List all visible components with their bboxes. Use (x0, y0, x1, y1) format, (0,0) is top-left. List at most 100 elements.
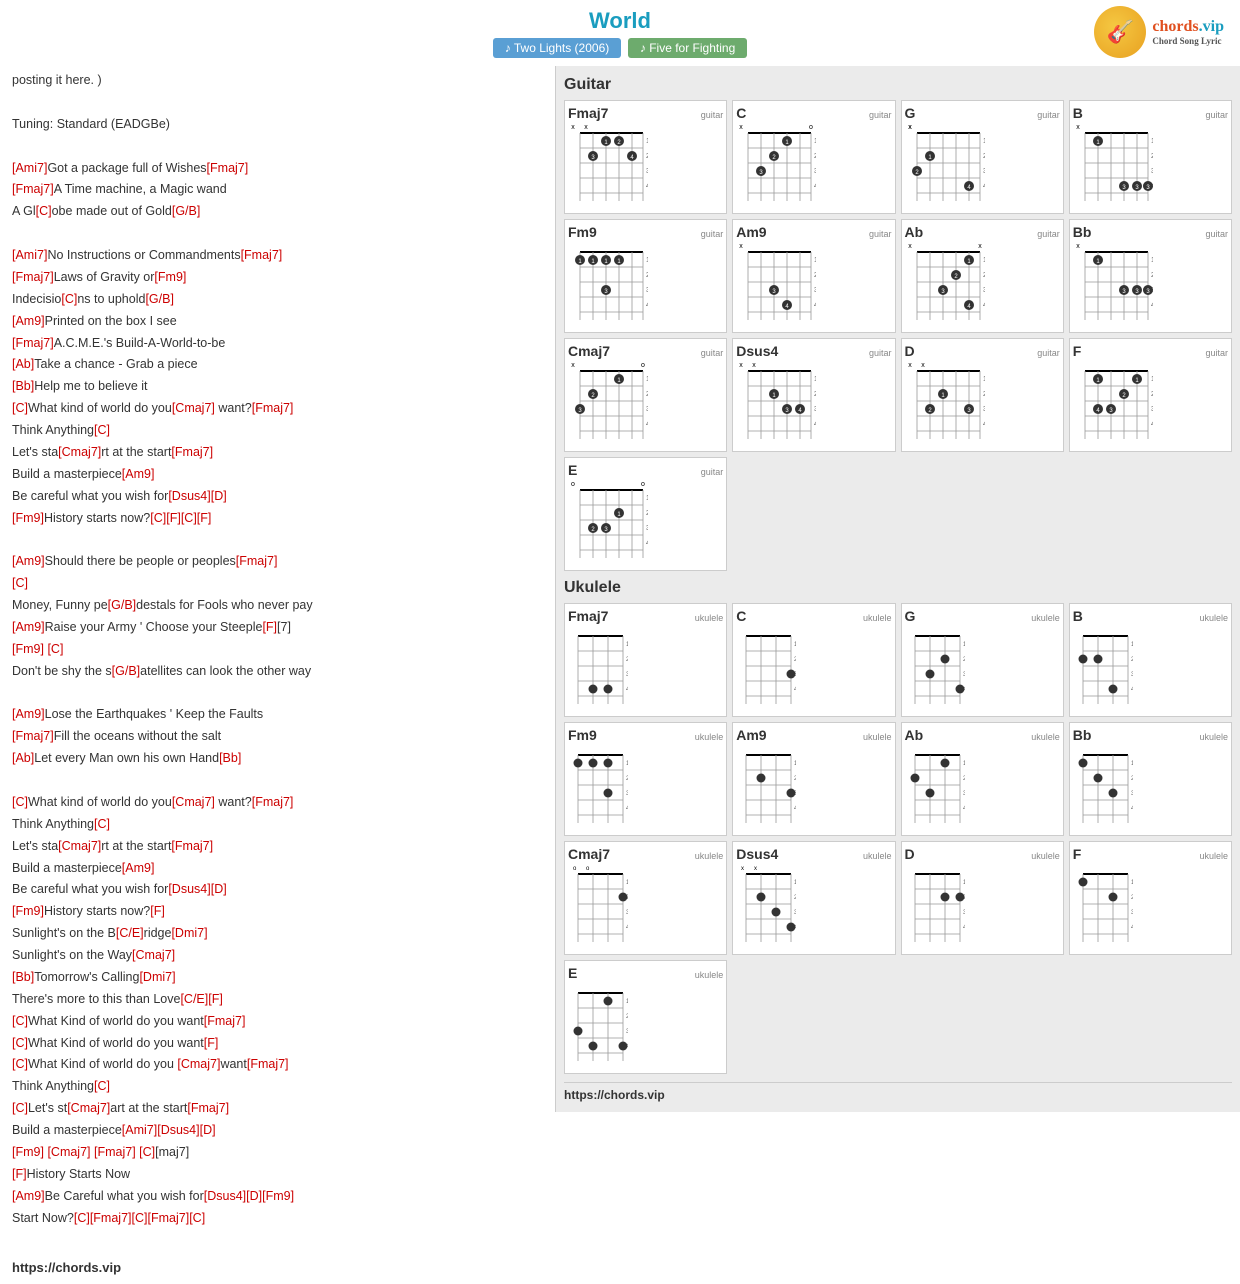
chord-fmaj7-4[interactable]: [Fmaj7] (12, 270, 54, 284)
chord-bb-2[interactable]: [Bb] (219, 751, 241, 765)
chord-f-2[interactable]: [F] (197, 511, 212, 525)
chord-am9-7[interactable]: [Am9] (12, 1189, 45, 1203)
chord-c-15[interactable]: [C] (12, 1101, 28, 1115)
chord-fmaj7-12[interactable]: [Fmaj7] (204, 1014, 246, 1028)
chord-d-3[interactable]: [D] (200, 1123, 216, 1137)
chord-am9-2[interactable]: [Am9] (122, 467, 155, 481)
chord-dsus4-3[interactable]: [Dsus4] (157, 1123, 199, 1137)
chord-fmaj7-2[interactable]: [Fmaj7] (12, 182, 54, 196)
chord-fmaj7-8[interactable]: [Fmaj7] (236, 554, 278, 568)
chord-c-7[interactable]: [C] (12, 576, 28, 590)
chord-fmaj7-7[interactable]: [Fmaj7] (171, 445, 213, 459)
chord-c-9[interactable]: [C] (12, 795, 28, 809)
chord-fmaj7-1[interactable]: [Fmaj7] (207, 161, 249, 175)
chord-f-5[interactable]: [F] (208, 992, 223, 1006)
chord-f-3[interactable]: [F] (262, 620, 277, 634)
tab-album[interactable]: ♪ Two Lights (2006) (493, 38, 622, 58)
chord-f-4[interactable]: [F] (150, 904, 165, 918)
chord-fm9-2[interactable]: [Fm9] (12, 511, 44, 525)
chord-fmaj7-13[interactable]: [Fmaj7] (247, 1057, 289, 1071)
chord-ab-2[interactable]: [Ab] (12, 751, 34, 765)
chord-cmaj7-1[interactable]: [Cmaj7] (172, 401, 215, 415)
chord-c-2[interactable]: [C] (61, 292, 77, 306)
chord-fm9-1[interactable]: [Fm9] (154, 270, 186, 284)
chord-fmaj7-5[interactable]: [Fmaj7] (12, 336, 54, 350)
chord-d-1[interactable]: [D] (211, 489, 227, 503)
chord-gb-1[interactable]: [G/B] (172, 204, 200, 218)
chord-f-6[interactable]: [F] (204, 1036, 219, 1050)
chord-am9-3[interactable]: [Am9] (12, 554, 45, 568)
chord-c-10[interactable]: [C] (94, 817, 110, 831)
chord-type-label: guitar (701, 110, 724, 120)
chord-cmaj7-8[interactable]: [Cmaj7] (47, 1145, 90, 1159)
chord-am9-6[interactable]: [Am9] (122, 861, 155, 875)
chord-c-13[interactable]: [C] (12, 1057, 28, 1071)
chord-ami7-1[interactable]: [Ami7] (12, 161, 47, 175)
chord-c-12[interactable]: [C] (12, 1036, 28, 1050)
chord-am9-5[interactable]: [Am9] (12, 707, 45, 721)
chord-c-8[interactable]: [C] (47, 642, 63, 656)
svg-text:1fr: 1fr (646, 138, 648, 145)
svg-text:3fr: 3fr (646, 168, 648, 175)
chord-bb-3[interactable]: [Bb] (12, 970, 34, 984)
chord-c-14[interactable]: [C] (94, 1079, 110, 1093)
svg-text:3fr: 3fr (1151, 406, 1153, 413)
chord-c-11[interactable]: [C] (12, 1014, 28, 1028)
chord-gb-2[interactable]: [G/B] (145, 292, 173, 306)
chord-ab-1[interactable]: [Ab] (12, 357, 34, 371)
chord-am9-1[interactable]: [Am9] (12, 314, 45, 328)
chord-c-17[interactable]: [C] (74, 1211, 90, 1225)
chord-c-18[interactable]: [C] (132, 1211, 148, 1225)
chord-fm9-6[interactable]: [Fm9] (262, 1189, 294, 1203)
chord-c-4[interactable]: [C] (94, 423, 110, 437)
chord-fmaj7-11[interactable]: [Fmaj7] (171, 839, 213, 853)
chord-c-3[interactable]: [C] (12, 401, 28, 415)
chord-fm9-5[interactable]: [Fm9] (12, 1145, 44, 1159)
chord-c-6[interactable]: [C] (181, 511, 197, 525)
chord-cmaj7-4[interactable]: [Cmaj7] (58, 839, 101, 853)
chord-fmaj7-3[interactable]: [Fmaj7] (241, 248, 283, 262)
ukulele-row-4: E ukulele 1fr 2fr (564, 960, 1232, 1074)
chord-gb-3[interactable]: [G/B] (108, 598, 136, 612)
chord-c-1[interactable]: [C] (36, 204, 52, 218)
chord-d-2[interactable]: [D] (211, 882, 227, 896)
chord-dmi7-2[interactable]: [Dmi7] (139, 970, 175, 984)
chord-fmaj7-9[interactable]: [Fmaj7] (12, 729, 54, 743)
chord-c-5[interactable]: [C] (150, 511, 166, 525)
chord-fm9-3[interactable]: [Fm9] (12, 642, 44, 656)
svg-text:1fr: 1fr (1131, 761, 1133, 767)
chord-am9-4[interactable]: [Am9] (12, 620, 45, 634)
chord-fmaj7-10[interactable]: [Fmaj7] (252, 795, 294, 809)
chord-bb-1[interactable]: [Bb] (12, 379, 34, 393)
chord-d-4[interactable]: [D] (246, 1189, 262, 1203)
lyrics-panel: posting it here. ) Tuning: Standard (EAD… (0, 66, 555, 1284)
chord-fmaj7-6[interactable]: [Fmaj7] (252, 401, 294, 415)
chord-fmaj7-15[interactable]: [Fmaj7] (94, 1145, 136, 1159)
chord-cmaj7-6[interactable]: [Cmaj7] (177, 1057, 220, 1071)
chord-fmaj7-17[interactable]: [Fmaj7] (148, 1211, 190, 1225)
chord-ami7-2[interactable]: [Ami7] (12, 248, 47, 262)
svg-text:3fr: 3fr (1131, 791, 1133, 797)
chord-c-16[interactable]: [C] (139, 1145, 155, 1159)
chord-ami7-3[interactable]: [Ami7] (122, 1123, 157, 1137)
chord-ce-2[interactable]: [C/E] (180, 992, 208, 1006)
chord-cmaj7-2[interactable]: [Cmaj7] (58, 445, 101, 459)
chord-f-7[interactable]: [F] (12, 1167, 27, 1181)
chord-dsus4-2[interactable]: [Dsus4] (168, 882, 210, 896)
chord-gb-4[interactable]: [G/B] (112, 664, 140, 678)
chord-ce-1[interactable]: [C/E] (116, 926, 144, 940)
chord-c-19[interactable]: [C] (189, 1211, 205, 1225)
svg-text:4fr: 4fr (963, 806, 965, 812)
chord-fmaj7-16[interactable]: [Fmaj7] (90, 1211, 132, 1225)
svg-text:3fr: 3fr (626, 672, 628, 678)
chord-fmaj7-14[interactable]: [Fmaj7] (187, 1101, 229, 1115)
tab-artist[interactable]: ♪ Five for Fighting (628, 38, 747, 58)
chord-f-1[interactable]: [F] (166, 511, 181, 525)
chord-dsus4-4[interactable]: [Dsus4] (204, 1189, 246, 1203)
chord-fm9-4[interactable]: [Fm9] (12, 904, 44, 918)
chord-dmi7-1[interactable]: [Dmi7] (171, 926, 207, 940)
chord-dsus4-1[interactable]: [Dsus4] (168, 489, 210, 503)
chord-cmaj7-7[interactable]: [Cmaj7] (67, 1101, 110, 1115)
chord-cmaj7-3[interactable]: [Cmaj7] (172, 795, 215, 809)
chord-cmaj7-5[interactable]: [Cmaj7] (132, 948, 175, 962)
